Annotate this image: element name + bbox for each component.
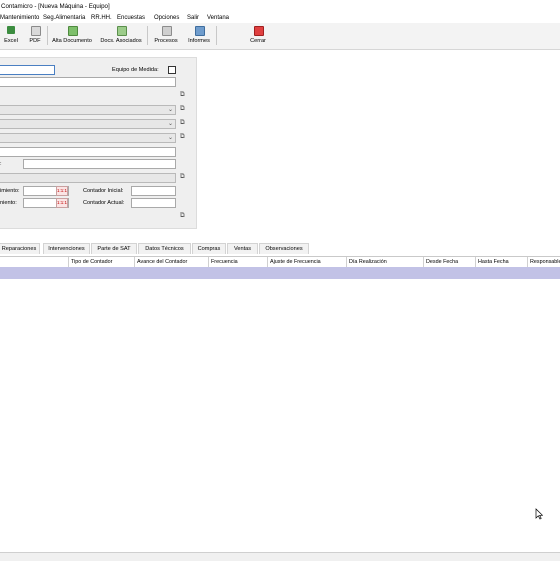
menu-encuestas[interactable]: Encuestas (117, 15, 145, 21)
column-header[interactable]: Responsable (527, 257, 560, 267)
column-header[interactable]: Avance del Contador (134, 257, 207, 267)
column-header[interactable]: Ajuste de Frecuencia (267, 257, 345, 267)
window-title: Contamicro - [Nueva Máquina - Equipo] (1, 3, 110, 10)
toolbar: Excel PDF Alta Documento Docs. Asociados… (0, 23, 560, 50)
alta-documento-button[interactable]: Alta Documento (49, 24, 95, 47)
tab-ventas[interactable]: Ventas (227, 243, 258, 254)
informes-button[interactable]: Informes (184, 24, 214, 47)
mouse-cursor-icon (535, 508, 543, 520)
external-link-icon[interactable]: ⧉ (180, 212, 185, 220)
table-row[interactable] (0, 267, 560, 279)
menu-rrhh[interactable]: RR.HH. (91, 15, 112, 21)
partial-label: : (0, 161, 2, 167)
cerrar-label: Cerrar (250, 38, 266, 44)
external-link-icon[interactable]: ⧉ (180, 91, 185, 99)
procesos-button[interactable]: Procesos (150, 24, 182, 47)
informes-label: Informes (188, 38, 210, 44)
reports-icon (195, 26, 205, 36)
excel-icon (7, 26, 15, 34)
tab-parte-sat[interactable]: Parte de SAT (91, 243, 137, 254)
code-input[interactable] (0, 65, 55, 75)
description-input[interactable] (0, 77, 176, 87)
chevron-down-icon: ⌄ (167, 121, 173, 127)
procesos-label: Procesos (154, 38, 178, 44)
column-header[interactable]: Frecuencia (208, 257, 266, 267)
close-icon (254, 26, 264, 36)
chevron-down-icon: ⌄ (167, 135, 173, 141)
menu-ventana[interactable]: Ventana (207, 15, 229, 21)
equipo-medida-checkbox[interactable] (168, 66, 176, 74)
column-header[interactable]: Desde Fecha (423, 257, 474, 267)
column-header[interactable]: Día Realización (346, 257, 422, 267)
toolbar-separator (47, 26, 48, 45)
combo-1[interactable]: ⌄ (0, 105, 176, 115)
column-header[interactable]: Tipo de Contador (68, 257, 133, 267)
combo-3[interactable]: ⌄ (0, 133, 176, 143)
text-field-5[interactable] (23, 159, 176, 169)
toolbar-separator (216, 26, 217, 45)
alta-documento-label: Alta Documento (52, 38, 92, 44)
contador-actual-input[interactable] (131, 198, 176, 208)
external-link-icon[interactable]: ⧉ (180, 119, 185, 127)
contador-actual-label: Contador Actual: (83, 200, 125, 206)
pdf-button[interactable]: PDF (24, 24, 46, 47)
external-link-icon[interactable]: ⧉ (180, 173, 185, 181)
docs-asociados-label: Docs. Asociados (100, 38, 142, 44)
tab-reparaciones[interactable]: Reparaciones (0, 243, 40, 254)
tab-datos-tecnicos[interactable]: Datos Técnicos (138, 243, 191, 254)
linked-documents-icon (117, 26, 127, 36)
excel-button[interactable]: Excel (0, 24, 22, 47)
mantenimiento-date-label: imiento: (0, 188, 20, 194)
tab-intervenciones[interactable]: Intervenciones (43, 243, 90, 254)
menu-opciones[interactable]: Opciones (154, 15, 179, 21)
cerrar-button[interactable]: Cerrar (243, 24, 273, 47)
tab-strip: Reparaciones Intervenciones Parte de SAT… (0, 243, 560, 254)
menu-salir[interactable]: Salir (187, 15, 199, 21)
equipo-medida-label: Equipo de Medida: (112, 67, 159, 73)
contador-inicial-label: Contador Inicial: (83, 188, 124, 194)
calendar-icon[interactable]: 1:1:1 (56, 198, 68, 208)
external-link-icon[interactable]: ⧉ (180, 133, 185, 141)
tab-compras[interactable]: Compras (192, 243, 226, 254)
pdf-label: PDF (29, 38, 41, 44)
text-field-4[interactable] (0, 147, 176, 157)
chevron-down-icon: ⌄ (167, 107, 173, 113)
combo-2[interactable]: ⌄ (0, 119, 176, 129)
title-bar: Contamicro - [Nueva Máquina - Equipo] (0, 0, 560, 12)
tab-observaciones[interactable]: Observaciones (259, 243, 309, 254)
external-link-icon[interactable]: ⧉ (180, 105, 185, 113)
toolbar-separator (147, 26, 148, 45)
pdf-icon (31, 26, 41, 36)
column-header[interactable] (0, 257, 66, 267)
add-document-icon (68, 26, 78, 36)
text-field-6[interactable] (0, 173, 176, 183)
contador-inicial-input[interactable] (131, 186, 176, 196)
menu-seg-alimentaria[interactable]: Seg.Alimentaria (43, 15, 85, 21)
excel-label: Excel (4, 38, 18, 44)
menu-mantenimiento[interactable]: Mantenimiento (0, 15, 39, 21)
docs-asociados-button[interactable]: Docs. Asociados (97, 24, 145, 47)
menu-bar: Mantenimiento Seg.Alimentaria RR.HH. Enc… (0, 12, 560, 23)
column-header[interactable]: Hasta Fecha (475, 257, 526, 267)
calendar-icon[interactable]: 1:1:1 (56, 186, 68, 196)
processes-icon (162, 26, 172, 36)
mantenimiento2-date-label: niento: (0, 200, 17, 206)
equipment-form-panel: Equipo de Medida: ⧉ ⌄ ⧉ ⌄ ⧉ ⌄ ⧉ : ⧉ imie… (0, 57, 197, 229)
